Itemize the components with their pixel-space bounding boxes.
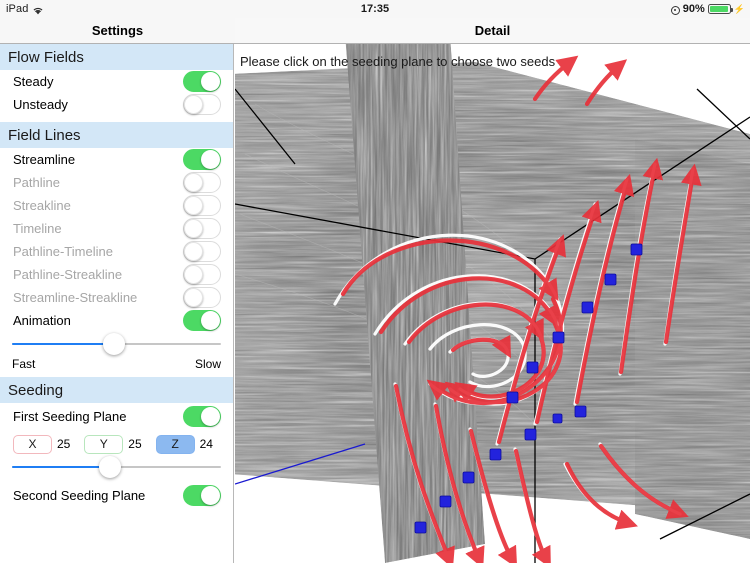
- status-bar-right: 90% ⚡: [670, 3, 745, 15]
- section-header-flow-fields: Flow Fields: [0, 44, 233, 70]
- row-label-steady: Steady: [13, 74, 54, 89]
- slider-thumb[interactable]: [103, 333, 126, 355]
- row-second-seeding-plane[interactable]: Second Seeding Plane: [0, 482, 233, 508]
- settings-title: Settings: [91, 23, 144, 38]
- row-streamline-streakline[interactable]: Streamline-Streakline: [0, 286, 233, 309]
- slider-fill: [12, 343, 115, 345]
- axis-button-x[interactable]: X: [13, 434, 52, 454]
- settings-navbar: Settings: [0, 18, 235, 44]
- row-label-streamline-streakline: Streamline-Streakline: [13, 290, 138, 305]
- row-pathline-timeline[interactable]: Pathline-Timeline: [0, 240, 233, 263]
- row-streamline[interactable]: Streamline: [0, 148, 233, 171]
- slider-fill: [12, 466, 111, 468]
- row-animation[interactable]: Animation: [0, 309, 233, 332]
- detail-navbar: Detail: [235, 18, 750, 44]
- toggle-first-seeding-plane[interactable]: [183, 405, 221, 427]
- axis-button-z-label: Z: [171, 437, 179, 451]
- toggle-timeline[interactable]: [183, 218, 221, 239]
- row-label-pathline: Pathline: [13, 175, 60, 190]
- settings-sidebar[interactable]: Flow Fields Steady Unsteady Field Lines …: [0, 44, 234, 563]
- animation-speed-labels: Fast Slow: [0, 357, 233, 371]
- row-label-streakline: Streakline: [13, 198, 71, 213]
- row-timeline[interactable]: Timeline: [0, 217, 233, 240]
- row-first-seeding-plane[interactable]: First Seeding Plane: [0, 403, 233, 429]
- section-title: Flow Fields: [8, 48, 84, 66]
- seeding-plane-slider[interactable]: [0, 455, 233, 479]
- row-pathline[interactable]: Pathline: [0, 171, 233, 194]
- toggle-animation[interactable]: [183, 310, 221, 331]
- animation-speed-slider[interactable]: [0, 332, 233, 356]
- instruction-text: Please click on the seeding plane to cho…: [240, 54, 556, 69]
- toggle-unsteady[interactable]: [183, 94, 221, 115]
- toggle-pathline-streakline[interactable]: [183, 264, 221, 285]
- toggle-pathline[interactable]: [183, 172, 221, 193]
- row-streakline[interactable]: Streakline: [0, 194, 233, 217]
- flow-visualization[interactable]: [235, 44, 750, 563]
- row-label-timeline: Timeline: [13, 221, 62, 236]
- toggle-streamline-streakline[interactable]: [183, 287, 221, 308]
- toggle-second-seeding-plane[interactable]: [183, 484, 221, 506]
- row-label-streamline: Streamline: [13, 152, 76, 167]
- row-label-first-seeding-plane: First Seeding Plane: [13, 408, 127, 424]
- axis-button-y[interactable]: Y: [84, 434, 124, 454]
- slider-thumb[interactable]: [99, 456, 122, 478]
- slider-track: [12, 333, 221, 355]
- lightning-bolt-icon: ⚡: [733, 3, 745, 14]
- row-label-pathline-streakline: Pathline-Streakline: [13, 267, 123, 282]
- section-header-field-lines: Field Lines: [0, 122, 233, 148]
- axis-value-y: 25: [128, 437, 142, 451]
- row-label-second-seeding-plane: Second Seeding Plane: [13, 487, 146, 503]
- rotation-lock-icon: [670, 5, 680, 15]
- axis-button-z[interactable]: Z: [155, 434, 195, 454]
- toggle-steady[interactable]: [183, 71, 221, 92]
- axis-value-z: 24: [199, 437, 213, 451]
- section-title: Field Lines: [8, 126, 81, 144]
- row-unsteady[interactable]: Unsteady: [0, 93, 233, 116]
- section-header-seeding: Seeding: [0, 377, 233, 403]
- toggle-pathline-timeline[interactable]: [183, 241, 221, 262]
- row-label-unsteady: Unsteady: [13, 97, 68, 112]
- row-pathline-streakline[interactable]: Pathline-Streakline: [0, 263, 233, 286]
- toggle-streamline[interactable]: [183, 149, 221, 170]
- axis-value-x: 25: [56, 437, 71, 451]
- row-label-pathline-timeline: Pathline-Timeline: [13, 244, 113, 259]
- battery-percent-label: 90%: [682, 3, 705, 15]
- toggle-streakline[interactable]: [183, 195, 221, 216]
- second-seeding-plane[interactable]: [635, 139, 750, 539]
- section-title: Seeding: [8, 381, 64, 399]
- axis-button-y-label: Y: [99, 437, 108, 451]
- slider-track: [12, 456, 221, 478]
- slider-label-slow: Slow: [194, 357, 221, 371]
- row-label-animation: Animation: [13, 313, 71, 328]
- slider-label-fast: Fast: [12, 357, 36, 371]
- row-steady[interactable]: Steady: [0, 70, 233, 93]
- detail-pane[interactable]: Please click on the seeding plane to cho…: [235, 44, 750, 563]
- axis-button-x-label: X: [28, 437, 37, 451]
- status-bar: iPad 17:35 90% ⚡: [0, 0, 750, 18]
- ipad-screen: iPad 17:35 90% ⚡ Settings Detail Flow Fi…: [0, 0, 750, 563]
- status-bar-time: 17:35: [360, 3, 390, 15]
- detail-title: Detail: [474, 23, 511, 38]
- battery-icon: [707, 4, 733, 14]
- seeding-axis-row[interactable]: X 25 Y 25 Z 24: [0, 429, 233, 455]
